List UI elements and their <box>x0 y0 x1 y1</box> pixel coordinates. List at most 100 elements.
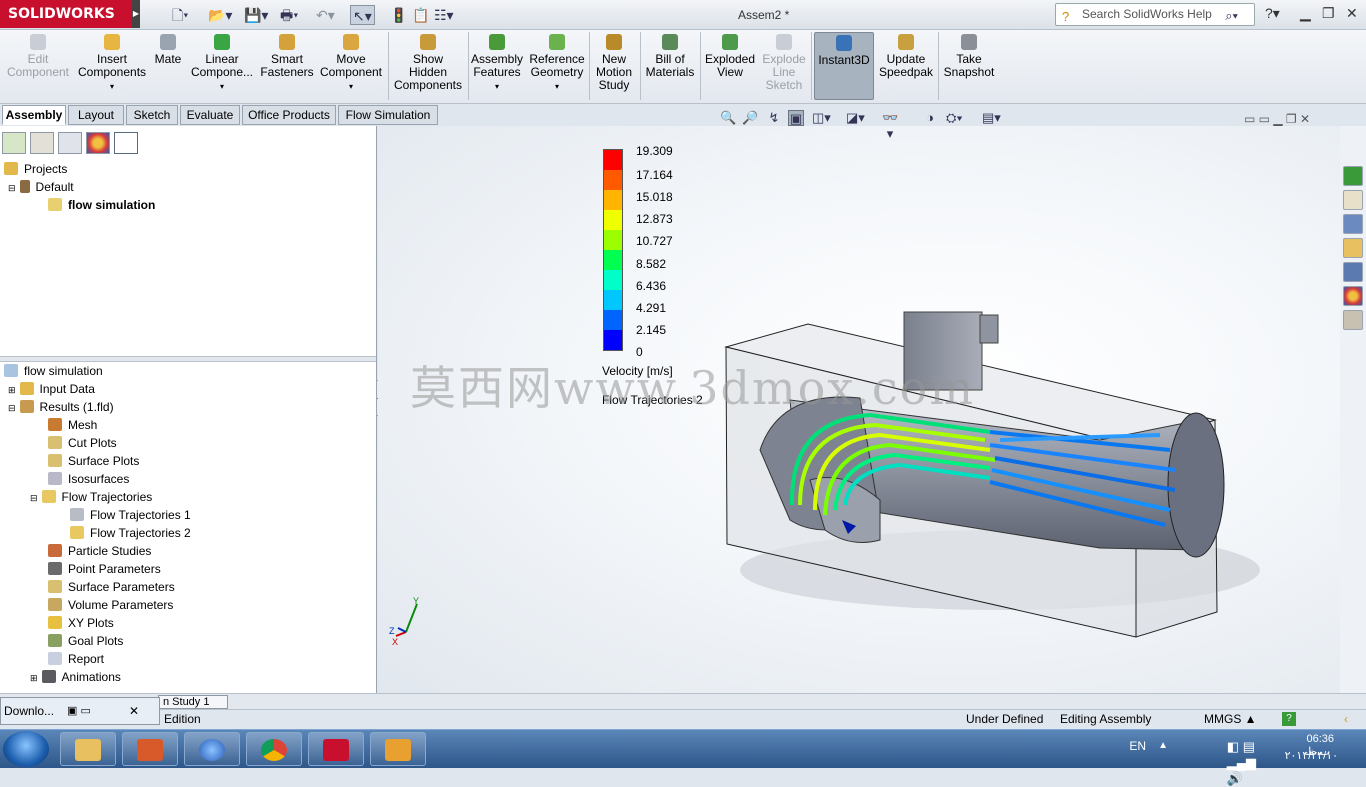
file-explorer-icon[interactable] <box>1343 238 1363 258</box>
unit-system-selector[interactable]: MMGS ▲ <box>1204 710 1257 729</box>
solidworks-logo[interactable]: SOLIDWORKS <box>0 0 132 28</box>
tab-evaluate[interactable]: Evaluate <box>180 105 240 125</box>
tab-office-products[interactable]: Office Products <box>242 105 336 125</box>
view-settings-icon[interactable]: ▤▾ <box>982 110 1001 126</box>
section-view-icon[interactable]: ▣ <box>788 110 804 126</box>
tree-item-default[interactable]: ⊟ Default <box>8 178 74 196</box>
taskbar-explorer[interactable] <box>60 732 116 766</box>
tree-item-flow-simulation-root[interactable]: flow simulation <box>4 362 103 380</box>
property-manager-icon[interactable] <box>30 132 54 154</box>
tree-item-flow-trajectories[interactable]: ⊟ Flow Trajectories <box>30 488 152 506</box>
assembly-features-button[interactable]: Assembly Features ▾ <box>470 34 524 93</box>
tree-item-results[interactable]: ⊟ Results (1.fld) <box>8 398 114 416</box>
open-folder-icon[interactable]: 📂▾ <box>208 5 232 25</box>
flow-simulation-analysis-tree-icon[interactable] <box>114 132 138 154</box>
save-icon[interactable]: 💾▾ <box>244 5 268 25</box>
exploded-view-button[interactable]: Exploded View <box>703 34 757 79</box>
zoom-to-fit-icon[interactable]: 🔍 <box>720 110 736 126</box>
file-properties-icon[interactable]: 📋 <box>412 5 429 25</box>
tree-item-projects[interactable]: Projects <box>4 160 67 178</box>
popup-close-icon[interactable]: ✕ <box>129 698 139 724</box>
help-icon[interactable]: ?▾ <box>1265 5 1280 22</box>
menu-expand-arrow-icon[interactable]: ▶ <box>132 0 140 28</box>
move-component-button[interactable]: Move Component ▾ <box>318 34 384 93</box>
taskbar-solidworks[interactable] <box>308 732 364 766</box>
take-snapshot-button[interactable]: Take Snapshot <box>942 34 996 79</box>
configuration-manager-icon[interactable] <box>58 132 82 154</box>
smart-fasteners-button[interactable]: Smart Fasteners <box>260 34 314 79</box>
language-indicator[interactable]: EN <box>1129 739 1146 753</box>
tab-layout[interactable]: Layout <box>68 105 124 125</box>
edit-component-button[interactable]: Edit Component <box>6 34 70 79</box>
tree-item-cut-plots[interactable]: Cut Plots <box>48 434 117 452</box>
tree-item-volume-parameters[interactable]: Volume Parameters <box>48 596 173 614</box>
feature-manager-tree-icon[interactable] <box>2 132 26 154</box>
motion-study-tab[interactable]: n Study 1 <box>158 695 228 709</box>
tree-item-surface-plots[interactable]: Surface Plots <box>48 452 139 470</box>
tree-item-point-parameters[interactable]: Point Parameters <box>48 560 161 578</box>
tree-item-surface-parameters[interactable]: Surface Parameters <box>48 578 175 596</box>
custom-properties-icon[interactable] <box>1343 310 1363 330</box>
view-orientation-icon[interactable]: ◫▾ <box>812 110 831 126</box>
tree-item-mesh[interactable]: Mesh <box>48 416 97 434</box>
tree-item-goal-plots[interactable]: Goal Plots <box>48 632 123 650</box>
linear-component-pattern-button[interactable]: Linear Compone... ▾ <box>190 34 254 93</box>
reference-geometry-button[interactable]: Reference Geometry ▾ <box>528 34 586 93</box>
new-motion-study-button[interactable]: New Motion Study <box>592 34 636 92</box>
tray-expand-icon[interactable]: ▲ <box>1158 740 1168 751</box>
previous-view-icon[interactable]: ↯ <box>766 110 782 126</box>
edit-appearance-icon[interactable]: ◑ <box>922 110 938 126</box>
taskbar-media-player[interactable] <box>370 732 426 766</box>
new-document-icon[interactable]: 🗋▾ <box>172 5 188 25</box>
mate-button[interactable]: Mate <box>152 34 184 66</box>
insert-components-button[interactable]: Insert Components ▾ <box>78 34 146 93</box>
explode-line-sketch-button[interactable]: Explode Line Sketch <box>760 34 808 92</box>
tree-item-isosurfaces[interactable]: Isosurfaces <box>48 470 129 488</box>
instant3d-button[interactable]: Instant3D <box>814 32 874 100</box>
select-pointer-icon[interactable]: ↖▾ <box>350 5 375 25</box>
close-icon[interactable]: ✕ <box>1346 5 1358 22</box>
popup-window-icons[interactable]: ▣ ▭ <box>67 698 91 724</box>
clock-date[interactable]: ۲۰۱۴/۲۴/۱۰ <box>1285 749 1338 762</box>
minimize-icon[interactable]: ▁ <box>1300 5 1311 22</box>
solidworks-resources-icon[interactable] <box>1343 166 1363 186</box>
tree-item-animations[interactable]: ⊞ Animations <box>30 668 121 686</box>
tray-icons[interactable]: ◧ ▤ ▂▄▆ 🔊 <box>1227 739 1256 787</box>
taskbar-chrome[interactable] <box>246 732 302 766</box>
apply-scene-icon[interactable]: ⛭▾ <box>946 110 963 126</box>
tab-flow-simulation[interactable]: Flow Simulation <box>338 105 438 125</box>
search-help-input[interactable]: ? Search SolidWorks Help ⌕▾ <box>1055 3 1255 26</box>
home-icon[interactable] <box>1343 190 1363 210</box>
viewport-tile-icons[interactable]: ▭ ▭ ▁ ❐ ✕ <box>1244 112 1310 126</box>
tree-item-particle-studies[interactable]: Particle Studies <box>48 542 151 560</box>
rebuild-traffic-light-icon[interactable]: 🚦 <box>390 5 407 25</box>
tree-item-flow-trajectories-1[interactable]: Flow Trajectories 1 <box>70 506 191 524</box>
tree-item-flow-trajectories-2[interactable]: Flow Trajectories 2 <box>70 524 191 542</box>
restore-icon[interactable]: ❐ <box>1322 5 1335 22</box>
tree-item-xy-plots[interactable]: XY Plots <box>48 614 114 632</box>
undo-icon[interactable]: ↶▾ <box>316 5 335 25</box>
view-palette-icon[interactable] <box>1343 262 1363 282</box>
tree-item-report[interactable]: Report <box>48 650 104 668</box>
bill-of-materials-button[interactable]: Bill of Materials <box>644 34 696 79</box>
search-icon[interactable]: ⌕▾ <box>1225 5 1238 26</box>
tree-item-flow-simulation-project[interactable]: flow simulation <box>48 196 155 214</box>
taskbar-office[interactable] <box>122 732 178 766</box>
hide-show-items-icon[interactable]: 👓▾ <box>882 110 898 141</box>
show-hidden-components-button[interactable]: Show Hidden Components <box>392 34 464 92</box>
help-status-icon[interactable]: ? <box>1282 712 1296 726</box>
tab-assembly[interactable]: Assembly <box>2 105 66 125</box>
taskbar-globe[interactable] <box>184 732 240 766</box>
tab-sketch[interactable]: Sketch <box>126 105 178 125</box>
update-speedpak-button[interactable]: Update Speedpak <box>878 34 934 79</box>
downloads-popup[interactable]: Downlo... ▣ ▭ ✕ <box>0 697 160 725</box>
display-style-icon[interactable]: ◪▾ <box>846 110 865 126</box>
start-button[interactable] <box>3 731 49 767</box>
display-manager-icon[interactable] <box>86 132 110 154</box>
zoom-to-area-icon[interactable]: 🔎 <box>742 110 758 126</box>
status-arrow-icon[interactable]: ‹ <box>1344 710 1348 729</box>
appearances-icon[interactable] <box>1343 286 1363 306</box>
design-library-icon[interactable] <box>1343 214 1363 234</box>
tree-item-input-data[interactable]: ⊞ Input Data <box>8 380 95 398</box>
options-icon[interactable]: ☷▾ <box>434 5 454 25</box>
